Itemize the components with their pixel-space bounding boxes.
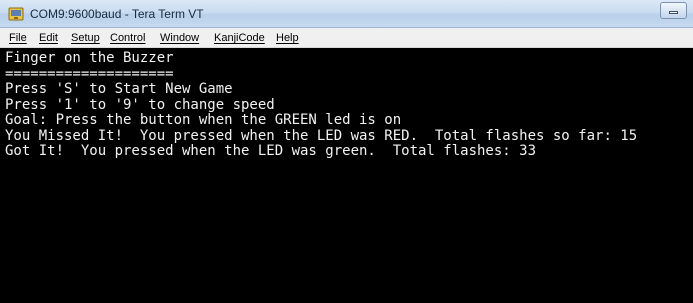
terminal-line: Goal: Press the button when the GREEN le… bbox=[5, 112, 402, 128]
menu-bar: File Edit Setup Control Window KanjiCode… bbox=[0, 28, 693, 48]
terminal-line: Got It! You pressed when the LED was gre… bbox=[5, 143, 537, 159]
menu-setup[interactable]: Setup bbox=[71, 28, 100, 48]
terminal-line: ==================== bbox=[5, 65, 174, 82]
terminal-line: Finger on the Buzzer bbox=[5, 50, 174, 66]
title-bar[interactable]: COM9:9600baud - Tera Term VT bbox=[0, 0, 693, 28]
minimize-icon bbox=[669, 11, 678, 14]
terminal-line: You Missed It! You pressed when the LED … bbox=[5, 127, 638, 144]
menu-kanjicode[interactable]: KanjiCode bbox=[214, 28, 265, 48]
menu-edit[interactable]: Edit bbox=[39, 28, 58, 48]
minimize-button[interactable] bbox=[660, 2, 687, 19]
terminal-line: Press '1' to '9' to change speed bbox=[5, 96, 275, 113]
terminal-line: Press 'S' to Start New Game bbox=[5, 81, 233, 97]
window-title: COM9:9600baud - Tera Term VT bbox=[30, 7, 204, 21]
menu-window[interactable]: Window bbox=[160, 28, 199, 48]
menu-control[interactable]: Control bbox=[110, 28, 145, 48]
terminal-screen[interactable]: Finger on the Buzzer ===================… bbox=[0, 48, 693, 303]
tera-term-window: COM9:9600baud - Tera Term VT File Edit S… bbox=[0, 0, 693, 303]
tera-term-app-icon[interactable] bbox=[8, 6, 24, 22]
menu-help[interactable]: Help bbox=[276, 28, 299, 48]
menu-file[interactable]: File bbox=[9, 28, 27, 48]
